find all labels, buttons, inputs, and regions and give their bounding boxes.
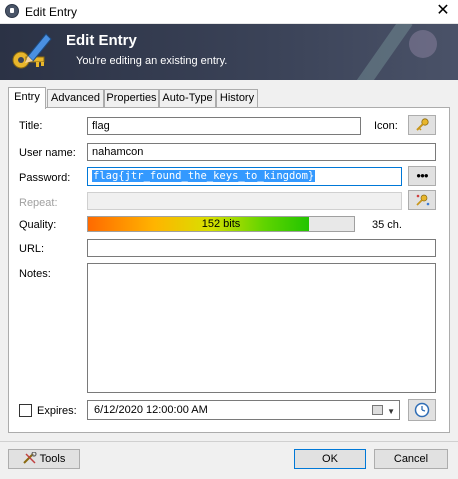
header-banner: Edit Entry You're editing an existing en… xyxy=(0,24,458,80)
repeat-label: Repeat: xyxy=(19,197,58,209)
tab-history[interactable]: History xyxy=(216,89,258,107)
icon-label: Icon: xyxy=(374,120,398,132)
title-field[interactable]: flag xyxy=(87,117,361,135)
tab-advanced[interactable]: Advanced xyxy=(47,89,104,107)
window-title: Edit Entry xyxy=(25,5,78,19)
tools-icon xyxy=(22,451,37,464)
password-field[interactable]: flag{jtr_found_the_keys_to_kingdom} xyxy=(87,167,402,186)
quality-label: Quality: xyxy=(19,219,57,231)
key-icon xyxy=(416,118,429,131)
repeat-field[interactable] xyxy=(87,192,402,210)
url-field[interactable] xyxy=(87,239,436,257)
password-label: Password: xyxy=(19,172,71,184)
app-lock-icon xyxy=(5,4,19,18)
title-label: Title: xyxy=(19,120,43,132)
expiry-presets-button[interactable] xyxy=(408,399,436,421)
username-label: User name: xyxy=(19,147,76,159)
tab-auto-type[interactable]: Auto-Type xyxy=(159,89,216,107)
tools-label: Tools xyxy=(39,453,66,465)
banner-subtitle: You're editing an existing entry. xyxy=(76,55,228,67)
calendar-icon xyxy=(372,405,383,415)
expires-date-picker[interactable]: 6/12/2020 12:00:00 AM ▼ xyxy=(87,400,400,420)
chevron-down-icon: ▼ xyxy=(387,407,395,416)
footer-separator xyxy=(0,441,458,442)
username-field[interactable]: nahamcon xyxy=(87,143,436,161)
tab-entry[interactable]: Entry xyxy=(8,87,46,109)
tools-button[interactable]: Tools xyxy=(8,449,80,469)
password-value: flag{jtr_found_the_keys_to_kingdom} xyxy=(92,170,316,182)
url-label: URL: xyxy=(19,243,45,255)
expires-checkbox[interactable] xyxy=(19,404,32,417)
toggle-password-visibility-button[interactable]: ●●● xyxy=(408,166,436,186)
generate-password-icon xyxy=(416,194,430,206)
tab-properties[interactable]: Properties xyxy=(104,89,159,107)
clock-icon xyxy=(414,402,430,418)
password-length: 35 ch. xyxy=(372,219,402,231)
banner-heading: Edit Entry xyxy=(66,32,137,49)
banner-decoration-icon xyxy=(355,24,437,80)
icon-picker-button[interactable] xyxy=(408,115,436,135)
password-quality-bar: 152 bits xyxy=(87,216,355,232)
notes-label: Notes: xyxy=(19,268,51,280)
cancel-button[interactable]: Cancel xyxy=(374,449,448,469)
password-quality-text: 152 bits xyxy=(201,218,241,230)
ok-button[interactable]: OK xyxy=(294,449,366,469)
expires-date-value: 6/12/2020 12:00:00 AM xyxy=(94,404,208,416)
keys-pen-logo-icon xyxy=(12,33,52,69)
notes-textarea[interactable] xyxy=(87,263,436,393)
close-icon[interactable]: ✕ xyxy=(434,2,452,20)
window-titlebar: Edit Entry ✕ xyxy=(0,0,458,24)
generate-password-button[interactable] xyxy=(408,190,436,210)
expires-label: Expires: xyxy=(37,405,77,417)
